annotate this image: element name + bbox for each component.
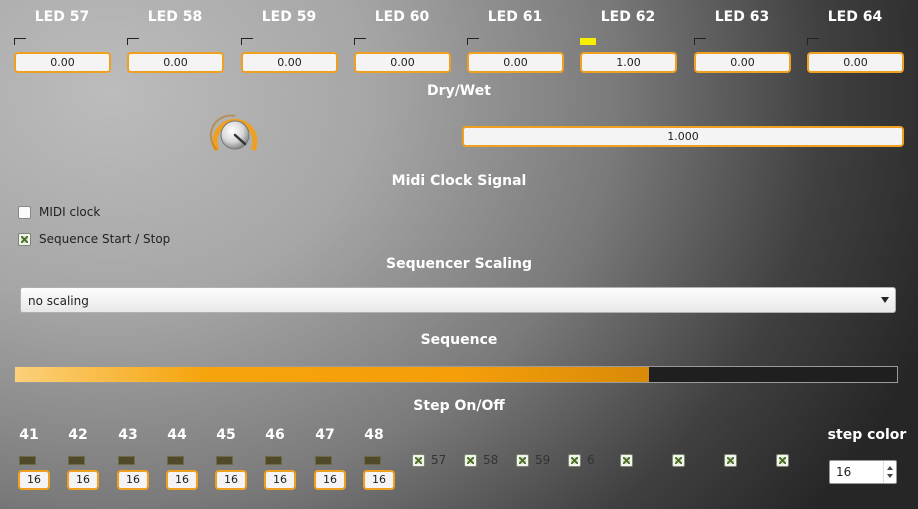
midi-clock-title: Midi Clock Signal xyxy=(391,173,527,189)
led-value-61[interactable]: 0.00 xyxy=(467,52,564,73)
step-toggle-checkbox-6[interactable] xyxy=(672,454,685,467)
step-number-44: 44 xyxy=(167,427,187,443)
step-toggle-label-4: 6 xyxy=(587,453,595,467)
step-lamp-43 xyxy=(118,456,135,465)
step-value-45[interactable]: 16 xyxy=(215,470,247,490)
step-toggle-checkbox-7[interactable] xyxy=(724,454,737,467)
led-label-58: LED 58 xyxy=(147,9,203,25)
step-toggle-label-2: 58 xyxy=(483,453,499,467)
led-value-62[interactable]: 1.00 xyxy=(580,52,677,73)
led-label-59: LED 59 xyxy=(261,9,317,25)
led-label-63: LED 63 xyxy=(714,9,770,25)
step-number-43: 43 xyxy=(118,427,138,443)
led-value-57[interactable]: 0.00 xyxy=(14,52,111,73)
step-value-47[interactable]: 16 xyxy=(314,470,346,490)
led-value-64[interactable]: 0.00 xyxy=(807,52,904,73)
dry-wet-title: Dry/Wet xyxy=(427,83,491,99)
step-toggle-label-1: 57 xyxy=(431,453,447,467)
step-value-43[interactable]: 16 xyxy=(117,470,149,490)
step-lamp-41 xyxy=(19,456,36,465)
sequence-title: Sequence xyxy=(420,332,498,348)
step-toggle-checkbox-1[interactable] xyxy=(412,454,425,467)
led-indicator-58 xyxy=(127,38,139,45)
dry-wet-value[interactable]: 1.000 xyxy=(462,126,904,147)
led-label-64: LED 64 xyxy=(827,9,883,25)
led-indicator-57 xyxy=(14,38,26,45)
step-on-off-title: Step On/Off xyxy=(413,398,505,414)
midi-clock-checkbox[interactable] xyxy=(18,206,31,219)
spin-down-icon[interactable] xyxy=(887,474,893,478)
led-value-59[interactable]: 0.00 xyxy=(241,52,338,73)
sequence-start-stop-label: Sequence Start / Stop xyxy=(39,232,171,246)
step-value-44[interactable]: 16 xyxy=(166,470,198,490)
step-number-48: 48 xyxy=(364,427,384,443)
scaling-selected: no scaling xyxy=(28,294,89,308)
sequence-progress-fill xyxy=(15,367,650,382)
step-color-value: 16 xyxy=(836,465,852,479)
step-lamp-47 xyxy=(315,456,332,465)
led-indicator-63 xyxy=(694,38,706,45)
step-toggle-checkbox-4[interactable] xyxy=(568,454,581,467)
led-indicator-64 xyxy=(807,38,819,45)
step-lamp-44 xyxy=(167,456,184,465)
step-number-47: 47 xyxy=(315,427,335,443)
led-indicator-61 xyxy=(467,38,479,45)
led-label-57: LED 57 xyxy=(34,9,90,25)
led-value-58[interactable]: 0.00 xyxy=(127,52,224,73)
knob-icon[interactable] xyxy=(209,112,261,158)
step-lamp-46 xyxy=(265,456,282,465)
step-number-41: 41 xyxy=(19,427,39,443)
step-value-42[interactable]: 16 xyxy=(67,470,99,490)
step-number-46: 46 xyxy=(265,427,285,443)
scaling-dropdown[interactable]: no scaling xyxy=(20,287,896,313)
chevron-down-icon xyxy=(881,297,889,303)
step-number-42: 42 xyxy=(68,427,88,443)
led-indicator-60 xyxy=(354,38,366,45)
step-lamp-45 xyxy=(216,456,233,465)
sequence-start-stop-checkbox[interactable] xyxy=(18,233,31,246)
step-number-45: 45 xyxy=(216,427,236,443)
led-label-62: LED 62 xyxy=(600,9,656,25)
led-value-63[interactable]: 0.00 xyxy=(694,52,791,73)
step-value-46[interactable]: 16 xyxy=(264,470,296,490)
step-toggle-checkbox-5[interactable] xyxy=(620,454,633,467)
step-value-48[interactable]: 16 xyxy=(363,470,395,490)
led-label-60: LED 60 xyxy=(374,9,430,25)
spin-divider xyxy=(883,461,884,483)
step-lamp-42 xyxy=(68,456,85,465)
step-color-spinbox[interactable]: 16 xyxy=(829,460,897,484)
spin-up-icon[interactable] xyxy=(887,466,893,470)
led-label-61: LED 61 xyxy=(487,9,543,25)
step-toggle-checkbox-8[interactable] xyxy=(776,454,789,467)
step-toggle-checkbox-2[interactable] xyxy=(464,454,477,467)
step-toggle-checkbox-3[interactable] xyxy=(516,454,529,467)
led-indicator-62 xyxy=(580,38,596,45)
led-value-60[interactable]: 0.00 xyxy=(354,52,451,73)
sequence-progress-bar xyxy=(14,366,898,383)
sequencer-scaling-title: Sequencer Scaling xyxy=(385,256,532,272)
midi-clock-label: MIDI clock xyxy=(39,205,101,219)
step-lamp-48 xyxy=(364,456,381,465)
step-value-41[interactable]: 16 xyxy=(18,470,50,490)
led-indicator-59 xyxy=(241,38,253,45)
step-toggle-label-3: 59 xyxy=(535,453,551,467)
step-color-title: step color xyxy=(827,427,907,443)
